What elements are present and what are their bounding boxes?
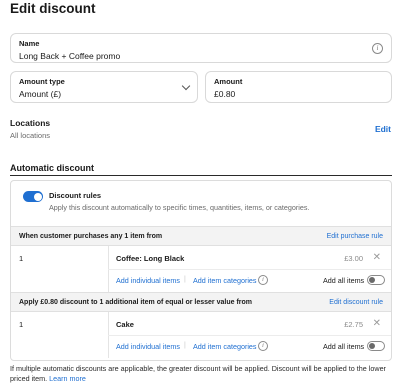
locations-title: Locations <box>10 118 51 128</box>
add-all-items-toggle[interactable] <box>367 341 385 351</box>
discount-rule-row: 1 Cake £2.75 ✕ Add individual items | Ad… <box>11 312 391 358</box>
row-divider <box>108 335 391 336</box>
discount-quantity: 1 <box>19 320 24 329</box>
discount-rule-header: Apply £0.80 discount to 1 additional ite… <box>11 292 391 312</box>
section-divider <box>10 175 392 176</box>
add-individual-items-link[interactable]: Add individual items <box>116 342 180 351</box>
discount-rules-panel: Discount rules Apply this discount autom… <box>10 180 392 361</box>
edit-discount-rule-link[interactable]: Edit discount rule <box>329 299 383 306</box>
locations-subtitle: All locations <box>10 131 51 140</box>
footer-note: If multiple automatic discounts are appl… <box>10 364 392 384</box>
remove-item-icon[interactable]: ✕ <box>373 252 381 263</box>
info-icon[interactable]: i <box>258 341 268 351</box>
learn-more-link[interactable]: Learn more <box>49 374 86 383</box>
purchase-rule-header: When customer purchases any 1 item from … <box>11 226 391 246</box>
name-value[interactable]: Long Back + Coffee promo <box>19 51 120 61</box>
amount-field[interactable]: Amount £0.80 <box>205 71 392 103</box>
discount-rules-toggle[interactable] <box>23 191 43 202</box>
add-all-items-toggle[interactable] <box>367 275 385 285</box>
amount-type-label: Amount type <box>19 77 65 86</box>
purchase-rule-title: When customer purchases any 1 item from <box>19 233 163 240</box>
name-label: Name <box>19 39 40 48</box>
discount-rules-description: Apply this discount automatically to spe… <box>49 203 310 212</box>
row-divider <box>108 269 391 270</box>
add-all-items-label: Add all items <box>323 276 365 285</box>
purchase-quantity: 1 <box>19 254 24 263</box>
amount-label: Amount <box>214 77 243 86</box>
item-name: Coffee: Long Black <box>116 254 185 263</box>
add-item-categories-link[interactable]: Add item categories <box>193 276 257 285</box>
automatic-discount-title: Automatic discount <box>10 163 95 173</box>
item-price: £3.00 <box>344 254 363 263</box>
edit-purchase-rule-link[interactable]: Edit purchase rule <box>327 233 383 240</box>
discount-rules-title: Discount rules <box>49 191 102 200</box>
info-icon[interactable]: i <box>372 43 383 54</box>
link-separator: | <box>184 276 186 283</box>
info-icon[interactable]: i <box>258 275 268 285</box>
amount-type-value[interactable]: Amount (£) <box>19 89 61 99</box>
page-title: Edit discount <box>10 1 96 16</box>
add-item-categories-link[interactable]: Add item categories <box>193 342 257 351</box>
name-field[interactable]: Name Long Back + Coffee promo i <box>10 33 392 63</box>
amount-value[interactable]: £0.80 <box>214 89 235 99</box>
chevron-down-icon[interactable] <box>181 81 191 91</box>
add-all-items-label: Add all items <box>323 342 365 351</box>
add-individual-items-link[interactable]: Add individual items <box>116 276 180 285</box>
locations-edit-link[interactable]: Edit <box>375 124 391 134</box>
amount-type-select[interactable]: Amount type Amount (£) <box>10 71 198 103</box>
purchase-rule-row: 1 Coffee: Long Black £3.00 ✕ Add individ… <box>11 246 391 292</box>
link-separator: | <box>184 342 186 349</box>
item-price: £2.75 <box>344 320 363 329</box>
discount-rule-title: Apply £0.80 discount to 1 additional ite… <box>19 299 252 306</box>
item-name: Cake <box>116 320 134 329</box>
remove-item-icon[interactable]: ✕ <box>373 318 381 329</box>
